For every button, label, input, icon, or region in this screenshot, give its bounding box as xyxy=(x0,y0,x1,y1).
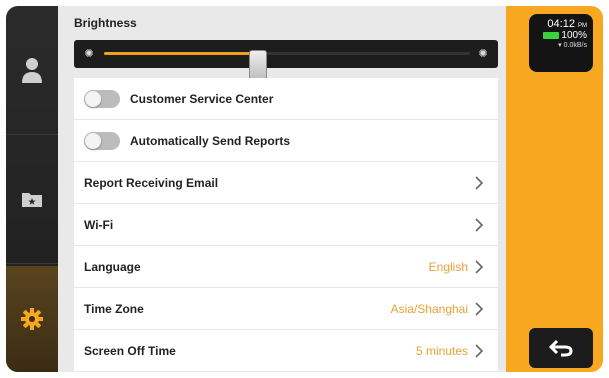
right-panel: 04:12 PM 100% ▾ 0.0kB/s xyxy=(506,6,603,372)
chevron-right-icon xyxy=(475,344,484,358)
settings-row[interactable]: Screen Off Time 5 minutes xyxy=(74,330,498,372)
chevron-right-icon xyxy=(475,218,484,232)
sidebar-item-settings[interactable] xyxy=(6,266,58,372)
chevron-right-icon xyxy=(475,302,484,316)
settings-row-label: Wi-Fi xyxy=(84,217,114,232)
brightness-title: Brightness xyxy=(74,16,137,30)
settings-row[interactable]: Automatically Send Reports xyxy=(74,120,498,162)
folder-star-icon xyxy=(22,193,42,207)
settings-row-label: Automatically Send Reports xyxy=(130,133,291,148)
settings-row-value: English xyxy=(428,259,468,274)
back-arrow-icon xyxy=(548,339,573,357)
chevron-right-icon xyxy=(475,176,484,190)
clock-time: 04:12 xyxy=(547,18,575,30)
battery-icon xyxy=(543,32,560,39)
settings-panel: Brightness ✺ ✺ Customer Service Center Au… xyxy=(58,6,506,372)
settings-row-value: 5 minutes xyxy=(415,343,468,358)
wifi-icon: ▾ xyxy=(558,42,562,49)
battery-status: 100% xyxy=(535,30,587,41)
settings-row[interactable]: Language English xyxy=(74,246,498,288)
sun-high-icon: ✺ xyxy=(478,48,488,60)
settings-row-label: Screen Off Time xyxy=(84,343,176,358)
user-icon xyxy=(22,58,42,83)
status-widget: 04:12 PM 100% ▾ 0.0kB/s xyxy=(529,14,593,72)
sidebar xyxy=(6,6,58,372)
toggle-switch[interactable] xyxy=(84,89,120,108)
settings-row[interactable]: Customer Service Center xyxy=(74,78,498,120)
sidebar-item-user[interactable] xyxy=(6,6,58,134)
settings-row[interactable]: Report Receiving Email xyxy=(74,162,498,204)
gear-icon xyxy=(21,308,43,330)
network-speed: 0.0kB/s xyxy=(563,42,587,49)
slider-fill xyxy=(104,52,258,55)
toggle-knob xyxy=(85,132,101,149)
app-frame: Brightness ✺ ✺ Customer Service Center Au… xyxy=(0,0,609,378)
settings-row-label: Language xyxy=(84,259,141,274)
toggle-switch[interactable] xyxy=(84,131,120,150)
clock-ampm: PM xyxy=(578,23,587,29)
clock: 04:12 PM xyxy=(535,18,587,30)
network-status: ▾ 0.0kB/s xyxy=(535,41,587,49)
brightness-slider[interactable]: ✺ ✺ xyxy=(74,40,498,82)
chevron-right-icon xyxy=(475,260,484,274)
sun-low-icon: ✺ xyxy=(84,48,94,60)
back-button[interactable] xyxy=(529,328,593,368)
toggle-knob xyxy=(85,90,101,107)
settings-row[interactable]: Time Zone Asia/Shanghai xyxy=(74,288,498,330)
settings-row-label: Customer Service Center xyxy=(130,91,274,106)
settings-row-value: Asia/Shanghai xyxy=(390,301,468,316)
slider-track[interactable] xyxy=(104,50,470,82)
battery-level: 100% xyxy=(561,30,587,41)
settings-list: Customer Service Center Automatically Sen… xyxy=(74,78,498,372)
settings-row[interactable]: Wi-Fi xyxy=(74,204,498,246)
settings-row-label: Time Zone xyxy=(84,301,144,316)
settings-row-label: Report Receiving Email xyxy=(84,175,219,190)
sidebar-item-files[interactable] xyxy=(6,134,58,264)
